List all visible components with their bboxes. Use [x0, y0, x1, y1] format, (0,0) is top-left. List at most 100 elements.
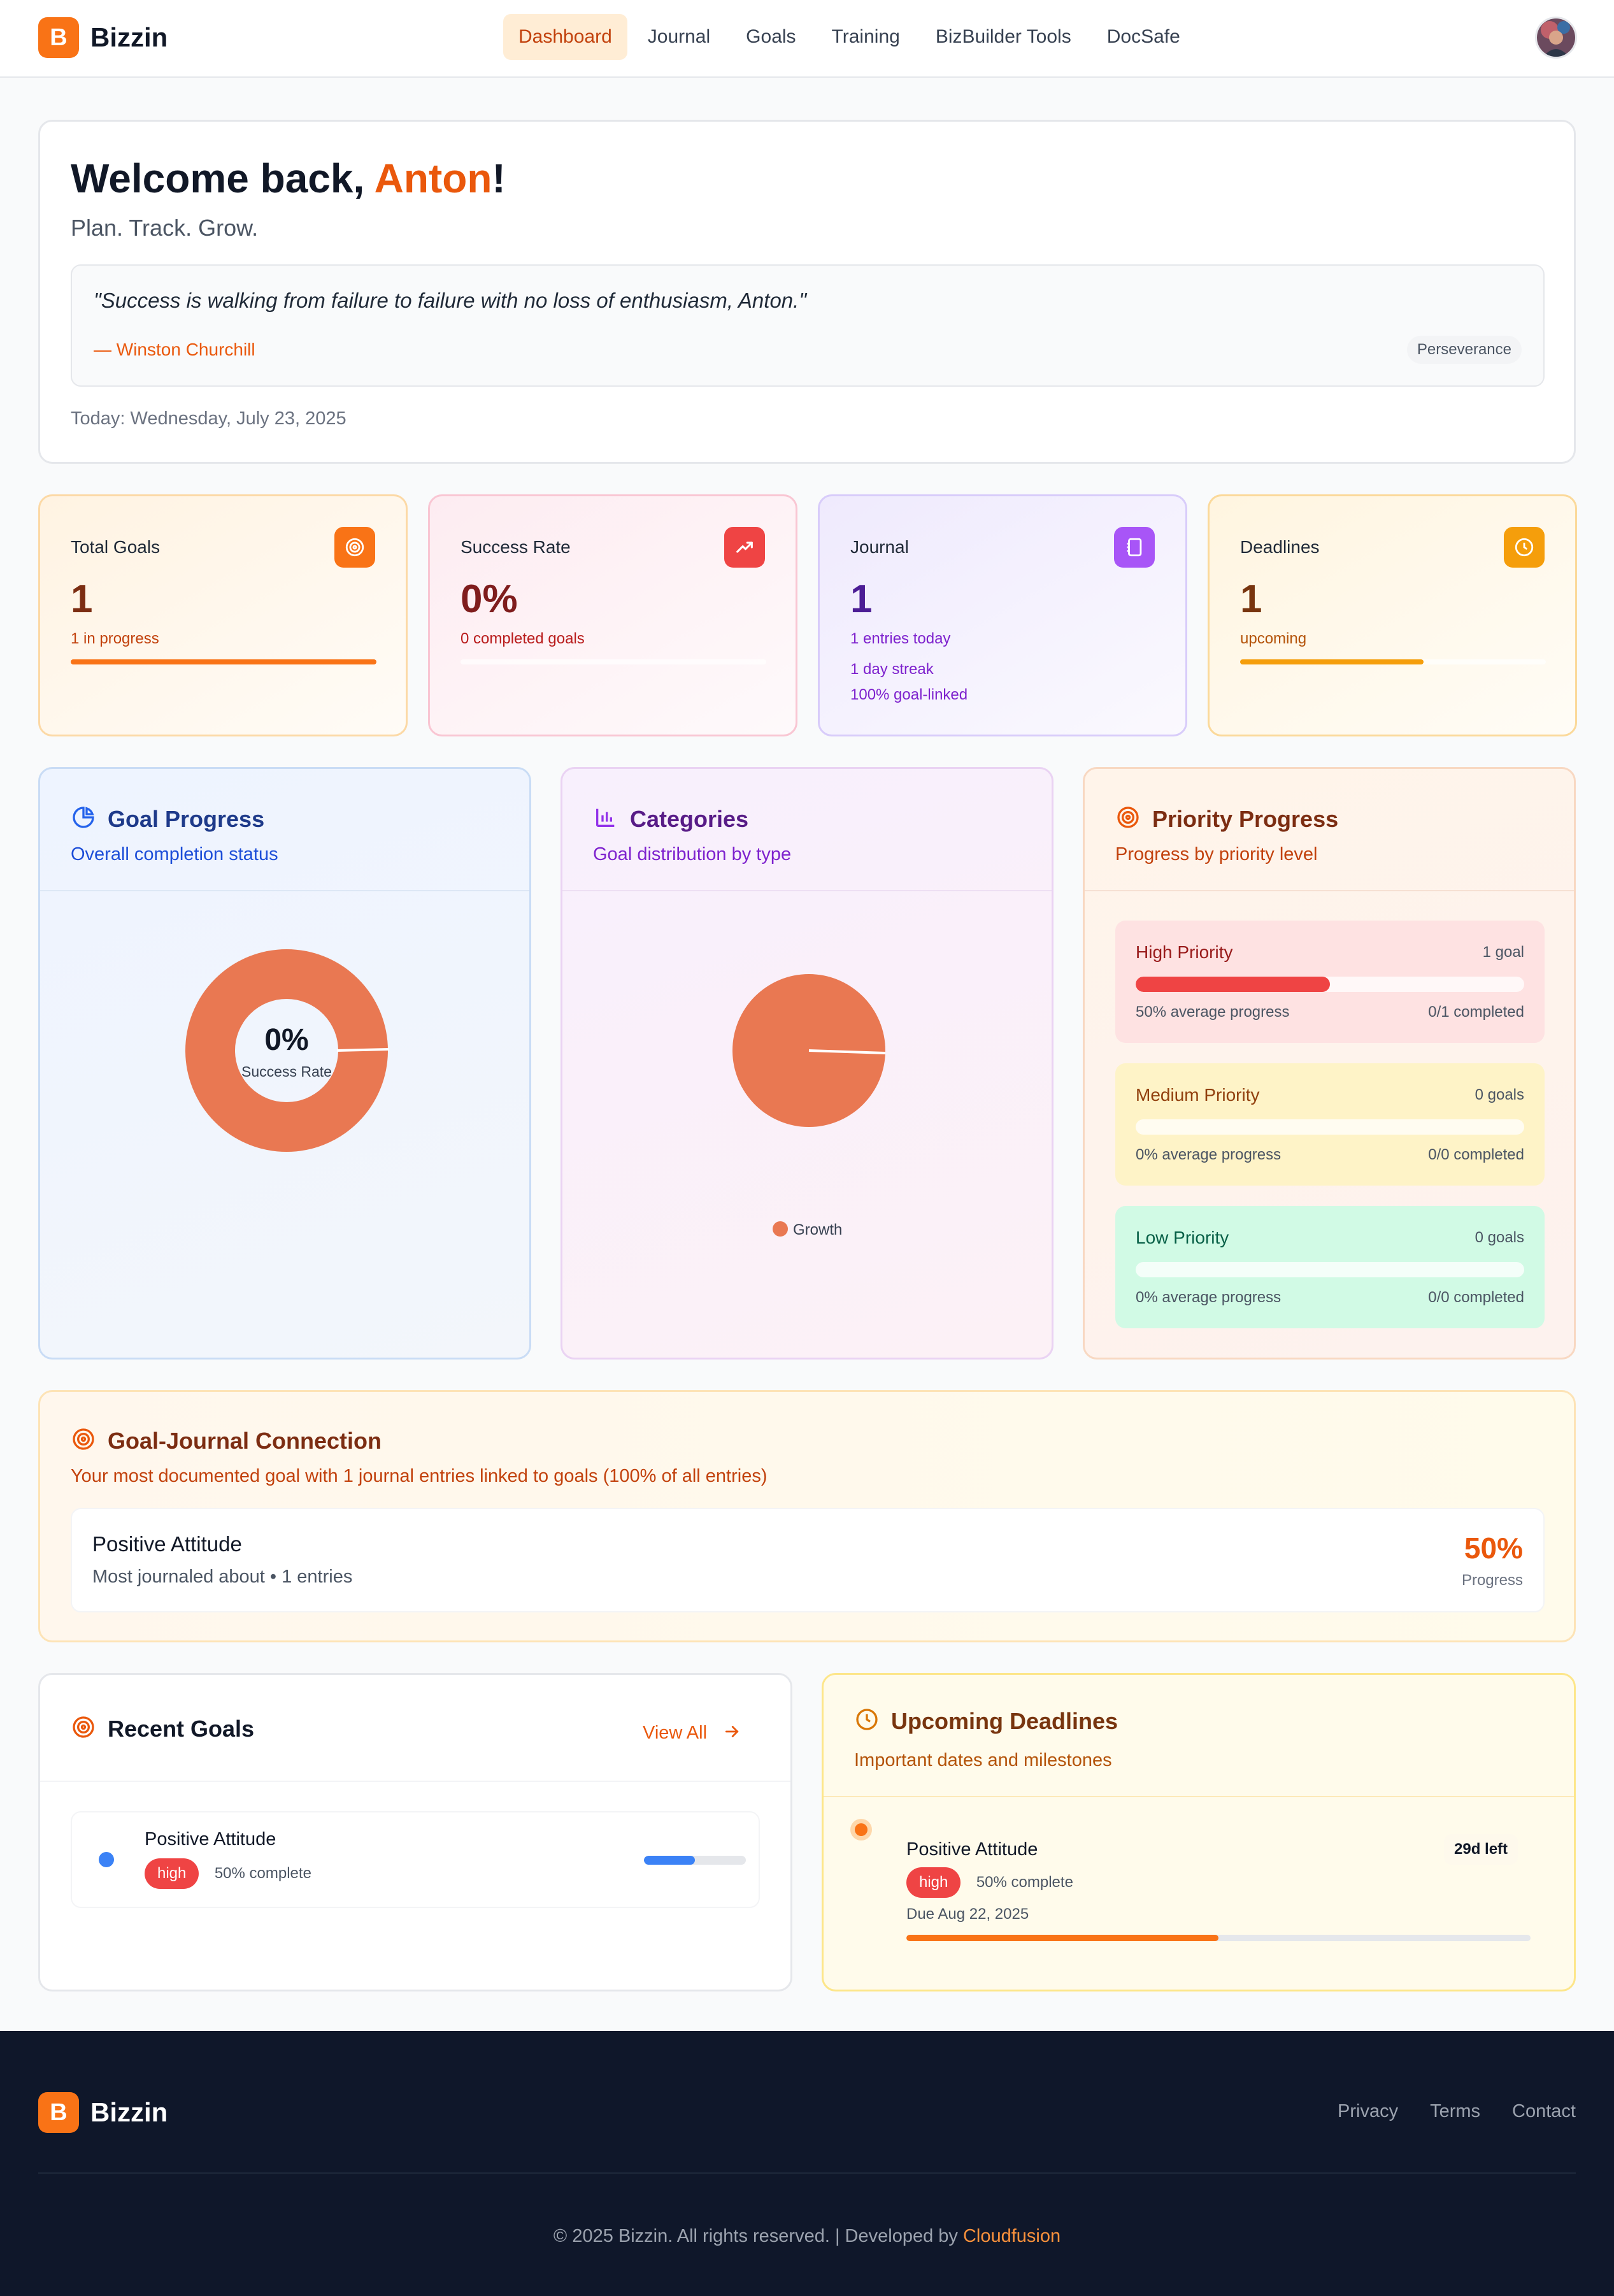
deadline-goal-name: Positive Attitude: [906, 1839, 1038, 1860]
stat-sub: 1 in progress: [71, 630, 159, 647]
stat-label: Total Goals: [71, 537, 161, 557]
stat-value: 1: [850, 577, 873, 621]
top-navbar: B Bizzin Dashboard Journal Goals Trainin…: [0, 0, 1614, 78]
developer-link[interactable]: Cloudfusion: [963, 2226, 1061, 2246]
connection-title: Goal-Journal Connection: [108, 1427, 382, 1454]
stat-progress-fill: [1240, 659, 1424, 664]
panel-title: Priority Progress: [1152, 805, 1339, 832]
goal-progress-track: [644, 1856, 746, 1865]
priority-progress-panel: Priority Progress Progress by priority l…: [1083, 767, 1576, 1360]
priority-low-card: Low Priority 0 goals 0% average progress…: [1115, 1206, 1545, 1328]
footer-link-terms[interactable]: Terms: [1430, 2101, 1480, 2122]
quote-author: — Winston Churchill: [94, 340, 255, 359]
view-all-label: View All: [643, 1723, 708, 1743]
priority-high-card: High Priority 1 goal 50% average progres…: [1115, 921, 1545, 1043]
top-goal-percent: 50%: [1464, 1532, 1523, 1565]
target-icon: [1115, 805, 1141, 833]
deadline-progress-fill: [906, 1935, 1218, 1941]
upcoming-title: Upcoming Deadlines: [891, 1707, 1118, 1734]
priority-progress-fill: [1136, 977, 1330, 992]
panel-subtitle: Overall completion status: [71, 844, 278, 865]
due-date: Due Aug 22, 2025: [906, 1905, 1029, 1923]
nav-training[interactable]: Training: [814, 14, 918, 60]
journal-goal-linked: 100% goal-linked: [850, 686, 968, 703]
app-logo[interactable]: B Bizzin: [38, 17, 168, 58]
trending-up-icon: [724, 527, 765, 568]
panel-title: Categories: [630, 805, 749, 832]
goal-status-dot: [99, 1852, 114, 1867]
priority-name: Medium Priority: [1136, 1085, 1260, 1105]
target-icon: [334, 527, 375, 568]
priority-progress-track: [1136, 977, 1524, 992]
recent-goals-title: Recent Goals: [108, 1715, 255, 1742]
nav-goals[interactable]: Goals: [728, 14, 813, 60]
nav-docsafe[interactable]: DocSafe: [1089, 14, 1198, 60]
footer-logo[interactable]: B Bizzin: [38, 2092, 168, 2133]
priority-count: 1 goal: [1482, 944, 1524, 961]
donut-center-value: 0%: [264, 1023, 308, 1057]
deadline-item[interactable]: Positive Attitude 29d left high 50% comp…: [824, 1811, 1574, 1977]
footer-link-contact[interactable]: Contact: [1512, 2101, 1576, 2122]
stat-label: Journal: [850, 537, 909, 557]
upcoming-deadlines-card: Upcoming Deadlines Important dates and m…: [822, 1673, 1576, 1991]
priority-completed: 0/1 completed: [1428, 1003, 1524, 1021]
user-avatar[interactable]: [1535, 17, 1577, 59]
welcome-card: Welcome back, Anton! Plan. Track. Grow. …: [38, 120, 1576, 464]
target-icon: [71, 1426, 96, 1455]
donut-center-label: Success Rate: [241, 1063, 332, 1080]
quote-category-badge: Perseverance: [1406, 336, 1522, 364]
stat-sub: 1 entries today: [850, 630, 951, 647]
main-nav: Dashboard Journal Goals Training BizBuil…: [503, 14, 1198, 60]
top-goal-row[interactable]: Positive Attitude Most journaled about •…: [71, 1508, 1545, 1612]
priority-name: Low Priority: [1136, 1228, 1229, 1247]
today-date: Today: Wednesday, July 23, 2025: [71, 408, 346, 429]
goal-name: Positive Attitude: [145, 1829, 276, 1849]
stat-label: Success Rate: [461, 537, 571, 557]
stat-card-deadlines: Deadlines 1 upcoming: [1208, 494, 1577, 736]
panel-subtitle: Progress by priority level: [1115, 844, 1318, 865]
stat-label: Deadlines: [1240, 537, 1320, 557]
nav-journal[interactable]: Journal: [630, 14, 728, 60]
priority-average: 50% average progress: [1136, 1003, 1290, 1021]
footer: B Bizzin Privacy Terms Contact © 2025 Bi…: [0, 2031, 1614, 2296]
recent-goals-card: Recent Goals View All Positive Attitude …: [38, 1673, 792, 1991]
goal-progress-donut: 0% Success Rate: [185, 949, 390, 1152]
view-all-button[interactable]: View All: [643, 1717, 741, 1749]
categories-panel: Categories Goal distribution by type Gro…: [561, 767, 1053, 1360]
footer-link-privacy[interactable]: Privacy: [1338, 2101, 1398, 2122]
priority-badge: high: [145, 1858, 199, 1889]
stat-sub: 0 completed goals: [461, 630, 585, 647]
panel-title: Goal Progress: [108, 805, 265, 832]
priority-average: 0% average progress: [1136, 1146, 1282, 1163]
logo-badge: B: [38, 17, 79, 58]
donut-separator: [336, 1048, 390, 1052]
welcome-heading: Welcome back, Anton!: [71, 155, 506, 201]
app-name: Bizzin: [90, 22, 168, 52]
footer-links: Privacy Terms Contact: [1306, 2101, 1576, 2122]
stat-sub: upcoming: [1240, 630, 1307, 647]
stat-card-journal: Journal 1 1 entries today 1 day streak 1…: [818, 494, 1187, 736]
clock-icon: [854, 1707, 880, 1735]
stat-progress-track: [71, 659, 376, 664]
stat-card-success-rate: Success Rate 0% 0 completed goals: [428, 494, 797, 736]
stat-value: 1: [1240, 577, 1262, 621]
categories-pie: Growth: [732, 974, 886, 1238]
goal-journal-connection-card: Goal-Journal Connection Your most docume…: [38, 1390, 1576, 1642]
app-name: Bizzin: [90, 2097, 168, 2127]
quote-text: "Success is walking from failure to fail…: [94, 289, 807, 312]
pie-chart-icon: [71, 805, 96, 833]
goal-complete-text: 50% complete: [214, 1865, 311, 1882]
goal-progress-panel: Goal Progress Overall completion status …: [38, 767, 531, 1360]
priority-count: 0 goals: [1475, 1229, 1524, 1246]
timeline-dot: [850, 1819, 872, 1840]
legend-swatch-growth: [773, 1221, 788, 1237]
goal-progress-fill: [644, 1856, 695, 1865]
nav-dashboard[interactable]: Dashboard: [503, 14, 627, 60]
panel-subtitle: Goal distribution by type: [593, 844, 792, 865]
clock-icon: [1504, 527, 1545, 568]
journal-streak: 1 day streak: [850, 661, 934, 678]
recent-goal-item[interactable]: Positive Attitude high 50% complete: [71, 1811, 760, 1908]
connection-subtitle: Your most documented goal with 1 journal…: [71, 1466, 768, 1486]
nav-bizbuilder-tools[interactable]: BizBuilder Tools: [918, 14, 1089, 60]
deadline-progress-track: [906, 1935, 1531, 1941]
